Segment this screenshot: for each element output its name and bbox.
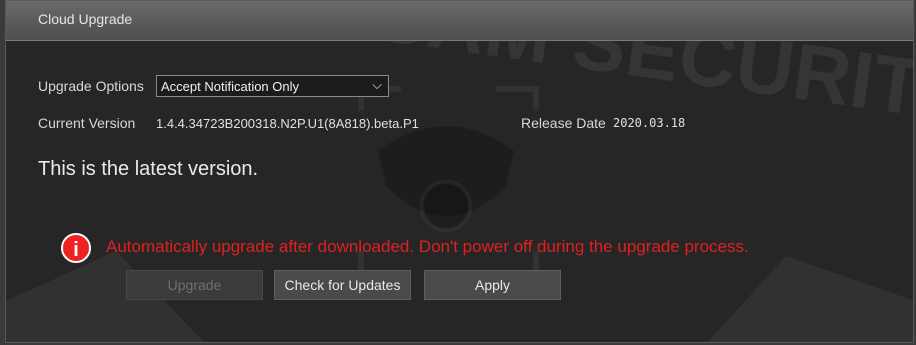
chevron-down-icon: ⌵ (372, 77, 382, 92)
check-for-updates-button[interactable]: Check for Updates (274, 270, 411, 300)
window-title: Cloud Upgrade (38, 11, 133, 27)
current-version-value: 1.4.4.34723B200318.N2P.U1(8A818).beta.P1 (156, 116, 419, 131)
title-bar: Cloud Upgrade (6, 1, 913, 41)
status-message: This is the latest version. (38, 158, 259, 180)
info-icon: i (61, 233, 91, 263)
current-version-label: Current Version (38, 115, 136, 131)
warning-message: Automatically upgrade after downloaded. … (106, 237, 749, 256)
upgrade-options-select[interactable]: Accept Notification Only ⌵ (156, 75, 389, 97)
cloud-upgrade-panel: COLLSAM SECURITY Cloud Upgrade Upgrade O… (5, 0, 914, 343)
upgrade-options-value: Accept Notification Only (161, 79, 300, 94)
apply-button[interactable]: Apply (424, 270, 561, 300)
upgrade-button[interactable]: Upgrade (126, 270, 263, 300)
upgrade-options-label: Upgrade Options (38, 78, 144, 94)
release-date-label: Release Date (521, 115, 606, 131)
release-date-value: 2020.03.18 (613, 116, 686, 130)
